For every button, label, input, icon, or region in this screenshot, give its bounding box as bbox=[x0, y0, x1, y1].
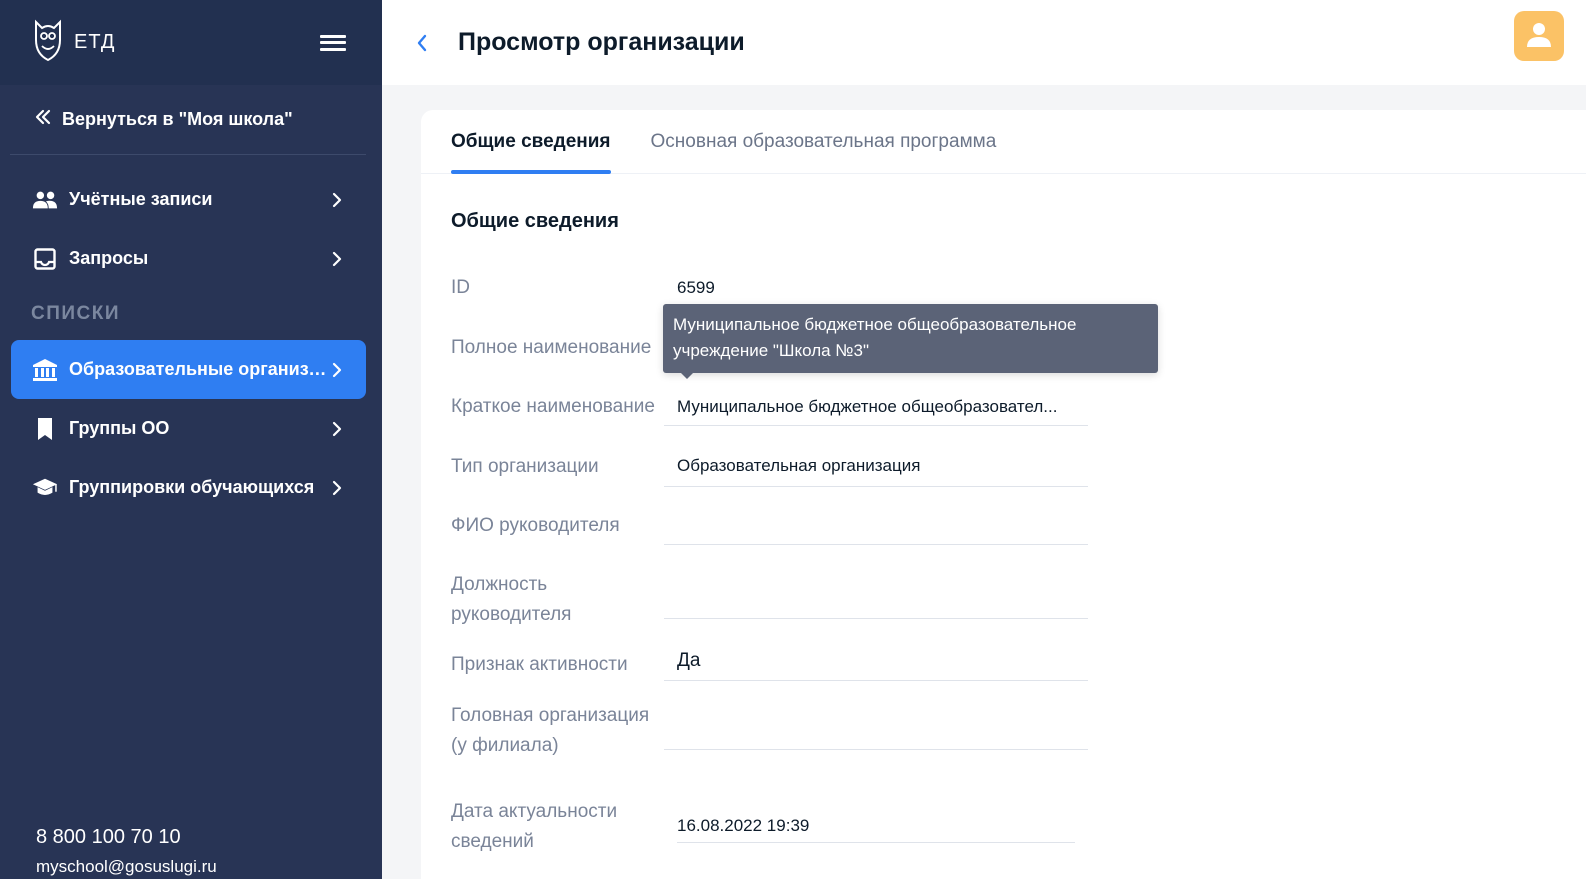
field-label-short-name: Краткое наименование bbox=[451, 396, 655, 417]
logo-text: ЕТД bbox=[74, 31, 116, 53]
chevron-right-icon bbox=[328, 360, 342, 380]
back-chevron-icon[interactable] bbox=[416, 33, 436, 53]
sidebar-item-label: Запросы bbox=[69, 248, 149, 268]
support-email[interactable]: myschool@gosuslugi.ru bbox=[36, 857, 217, 879]
institution-icon bbox=[32, 357, 58, 383]
chevron-right-icon bbox=[328, 249, 342, 269]
graduation-cap-icon bbox=[32, 475, 58, 501]
field-label-parent-org: Головная организация (у филиала) bbox=[451, 705, 650, 756]
sidebar-item-accounts[interactable]: Учётные записи bbox=[0, 170, 382, 229]
back-to-school-label: Вернуться в "Моя школа" bbox=[62, 109, 293, 129]
menu-toggle-icon[interactable] bbox=[320, 33, 346, 53]
field-value-head-name bbox=[664, 510, 1088, 545]
double-chevron-left-icon bbox=[34, 108, 52, 131]
tooltip-text: Муниципальное бюджетное общеобразователь… bbox=[673, 315, 1077, 360]
sidebar-footer: 8 800 100 70 10 myschool@gosuslugi.ru bbox=[36, 826, 217, 879]
bookmark-icon bbox=[32, 416, 58, 442]
sidebar-item-student-groupings[interactable]: Группировки обучающихся bbox=[0, 458, 382, 517]
sidebar: ЕТД Вернуться в "Моя школа" Учётные запи… bbox=[0, 0, 382, 879]
chevron-right-icon bbox=[328, 478, 342, 498]
tab-general-info[interactable]: Общие сведения bbox=[451, 110, 611, 174]
logo[interactable]: ЕТД bbox=[32, 18, 115, 67]
users-icon bbox=[32, 187, 58, 213]
sidebar-item-label: Учётные записи bbox=[69, 189, 213, 209]
sidebar-item-educational-organizations[interactable]: Образовательные организа... bbox=[11, 340, 366, 399]
field-label-full-name: Полное наименование bbox=[451, 337, 652, 358]
field-label-id: ID bbox=[451, 277, 470, 298]
inbox-icon bbox=[32, 246, 58, 272]
owl-logo-icon bbox=[32, 18, 64, 67]
full-name-tooltip: Муниципальное бюджетное общеобразователь… bbox=[663, 304, 1158, 379]
field-value-active: Да bbox=[664, 646, 1088, 681]
sidebar-item-label: Группы ОО bbox=[69, 418, 170, 438]
field-label-active: Признак активности bbox=[451, 654, 628, 675]
sidebar-item-label: Образовательные организа... bbox=[69, 359, 328, 379]
field-value-org-type: Образовательная организация bbox=[664, 451, 1088, 487]
tab-main-educational-program[interactable]: Основная образовательная программа bbox=[651, 110, 997, 174]
field-label-head-position: Должность руководителя bbox=[451, 574, 572, 625]
field-value-parent-org bbox=[664, 700, 1088, 750]
field-value-actual-date: 16.08.2022 19:39 bbox=[677, 813, 1075, 843]
field-label-head-name: ФИО руководителя bbox=[451, 515, 620, 536]
field-label-actual-date: Дата актуальности сведений bbox=[451, 801, 618, 852]
field-value-head-position bbox=[664, 570, 1088, 619]
sidebar-section-lists: СПИСКИ bbox=[31, 303, 121, 324]
section-title: Общие сведения bbox=[451, 210, 619, 232]
chevron-right-icon bbox=[328, 190, 342, 210]
content-card: Общие сведения Основная образовательная … bbox=[421, 110, 1586, 879]
field-label-org-type: Тип организации bbox=[451, 456, 599, 477]
user-icon bbox=[1525, 20, 1553, 53]
tabs: Общие сведения Основная образовательная … bbox=[421, 110, 1586, 174]
sidebar-item-requests[interactable]: Запросы bbox=[0, 229, 382, 288]
tooltip-arrow bbox=[681, 373, 693, 379]
support-phone[interactable]: 8 800 100 70 10 bbox=[36, 826, 217, 849]
sidebar-item-label: Группировки обучающихся bbox=[69, 477, 315, 497]
back-to-school-link[interactable]: Вернуться в "Моя школа" bbox=[10, 85, 366, 155]
avatar[interactable] bbox=[1514, 11, 1564, 61]
chevron-right-icon bbox=[328, 419, 342, 439]
field-value-short-name: Муниципальное бюджетное общеобразовател.… bbox=[664, 392, 1088, 426]
sidebar-header: ЕТД bbox=[0, 0, 382, 85]
field-value-id: 6599 bbox=[677, 278, 715, 297]
page-title: Просмотр организации bbox=[458, 28, 745, 56]
sidebar-item-org-groups[interactable]: Группы ОО bbox=[0, 399, 382, 458]
page-header: Просмотр организации bbox=[382, 0, 1586, 85]
